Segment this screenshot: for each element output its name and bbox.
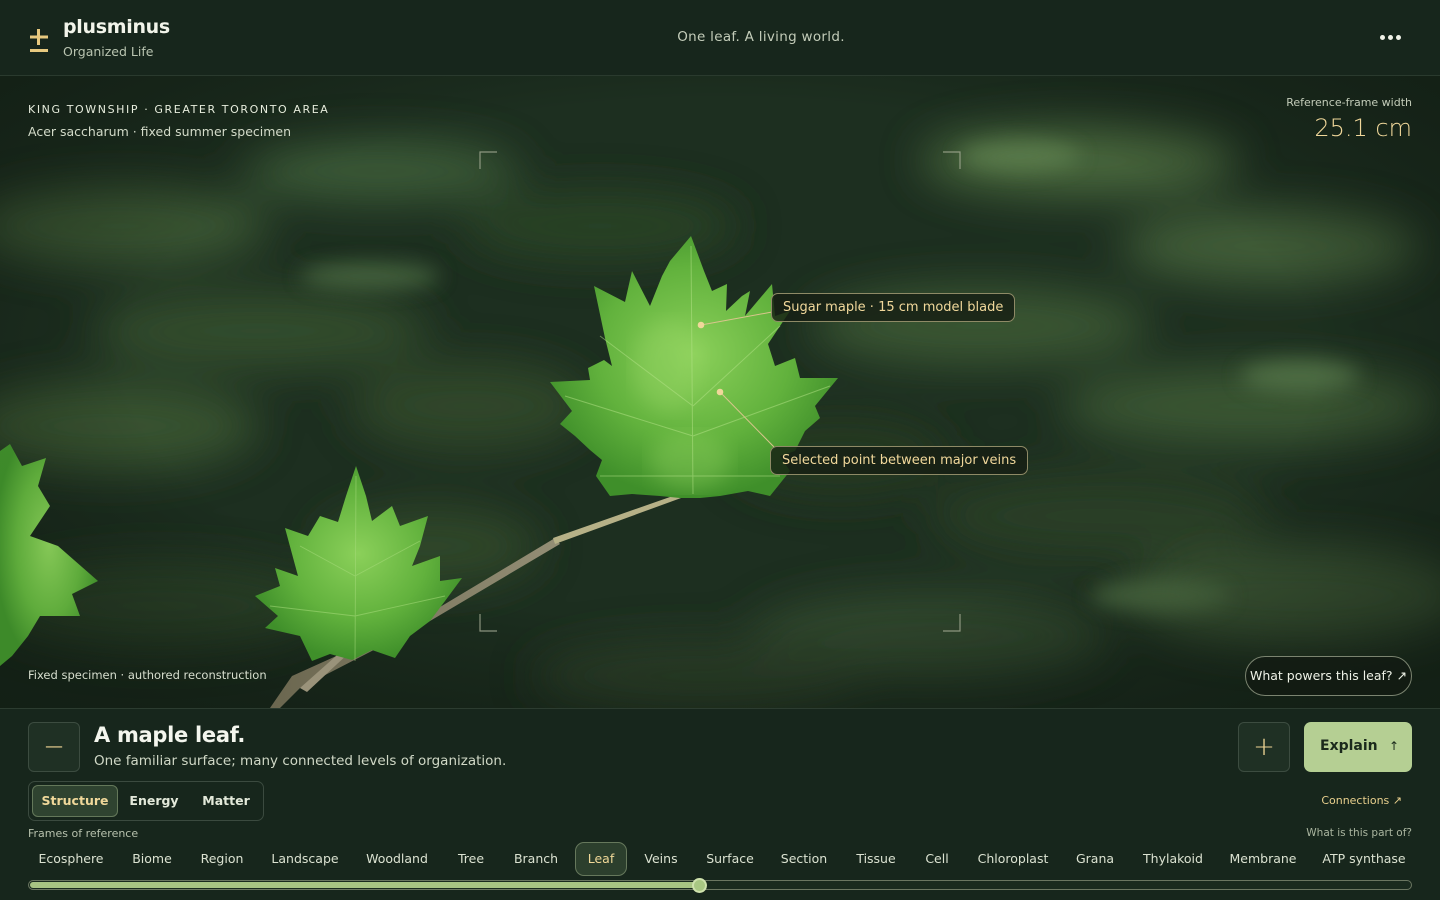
level-title: A maple leaf. — [94, 723, 246, 747]
scale-tree[interactable]: Tree — [450, 842, 492, 876]
zoom-in-button[interactable]: + — [1238, 722, 1290, 772]
minus-icon: − — [43, 732, 65, 762]
leaf-scene[interactable]: KING TOWNSHIP · GREATER TORONTO AREA Ace… — [0, 76, 1440, 708]
frames-of-reference-label: Frames of reference — [28, 827, 139, 840]
scale-slider-thumb[interactable] — [692, 878, 707, 893]
mode-matter[interactable]: Matter — [191, 785, 261, 817]
brand-subtitle: Organized Life — [63, 44, 154, 59]
blade-marker-icon[interactable] — [697, 321, 705, 329]
more-menu-icon[interactable] — [1374, 24, 1406, 50]
scale-tissue[interactable]: Tissue — [846, 842, 906, 876]
scale-ecosphere[interactable]: Ecosphere — [30, 842, 112, 876]
scale-membrane[interactable]: Membrane — [1222, 842, 1304, 876]
explain-button[interactable]: Explain ↑ — [1304, 722, 1412, 772]
scale-veins[interactable]: Veins — [635, 842, 687, 876]
scale-woodland[interactable]: Woodland — [356, 842, 438, 876]
location-title: KING TOWNSHIP · GREATER TORONTO AREA — [28, 103, 330, 116]
level-subtitle: One familiar surface; many connected lev… — [94, 753, 507, 769]
callout-selected-point[interactable]: Selected point between major veins — [770, 446, 1029, 475]
control-panel: − A maple leaf. One familiar surface; ma… — [0, 708, 1440, 900]
plusminus-logo-icon — [30, 29, 48, 52]
scale-chloroplast[interactable]: Chloroplast — [970, 842, 1056, 876]
scale-region[interactable]: Region — [192, 842, 252, 876]
explain-label: Explain — [1320, 738, 1378, 754]
connections-link[interactable]: Connections ↗ — [1321, 794, 1402, 807]
tagline-wrap: One leaf. A living world. — [0, 29, 1440, 45]
plus-icon: + — [1253, 732, 1275, 762]
scale-biome[interactable]: Biome — [122, 842, 182, 876]
scale-branch[interactable]: Branch — [505, 842, 567, 876]
brand-name[interactable]: plusminus — [63, 16, 170, 38]
what-powers-button[interactable]: What powers this leaf? ↗ — [1245, 656, 1412, 696]
callout-blade[interactable]: Sugar maple · 15 cm model blade — [771, 293, 1016, 322]
reference-frame-width: 25.1 cm — [1314, 114, 1412, 142]
arrow-up-icon: ↑ — [1389, 739, 1400, 753]
mode-structure[interactable]: Structure — [32, 785, 118, 817]
scale-section[interactable]: Section — [773, 842, 835, 876]
mode-energy[interactable]: Energy — [121, 785, 187, 817]
scene-illustration — [0, 76, 1440, 708]
what-is-this-part-of-link[interactable]: What is this part of? — [1306, 827, 1412, 839]
selected-point-marker-icon[interactable] — [716, 388, 724, 396]
scale-landscape[interactable]: Landscape — [265, 842, 345, 876]
mode-switcher: Structure Energy Matter — [28, 781, 264, 821]
specimen-subtitle: Acer saccharum · fixed summer specimen — [28, 124, 292, 139]
scale-slider-fill — [30, 882, 699, 888]
scale-slider-track[interactable] — [28, 880, 1412, 890]
zoom-out-button[interactable]: − — [28, 722, 80, 772]
scale-surface[interactable]: Surface — [697, 842, 763, 876]
scale-atp-synthase[interactable]: ATP synthase — [1316, 842, 1412, 876]
scale-leaf[interactable]: Leaf — [575, 842, 627, 876]
scale-cell[interactable]: Cell — [917, 842, 957, 876]
specimen-footnote: Fixed specimen · authored reconstruction — [28, 668, 267, 682]
scale-grana[interactable]: Grana — [1066, 842, 1124, 876]
scale-thylakoid[interactable]: Thylakoid — [1135, 842, 1211, 876]
reference-frame-label: Reference-frame width — [1286, 96, 1412, 109]
app-header: plusminus Organized Life One leaf. A liv… — [0, 0, 1440, 76]
tagline: One leaf. A living world. — [677, 29, 845, 45]
